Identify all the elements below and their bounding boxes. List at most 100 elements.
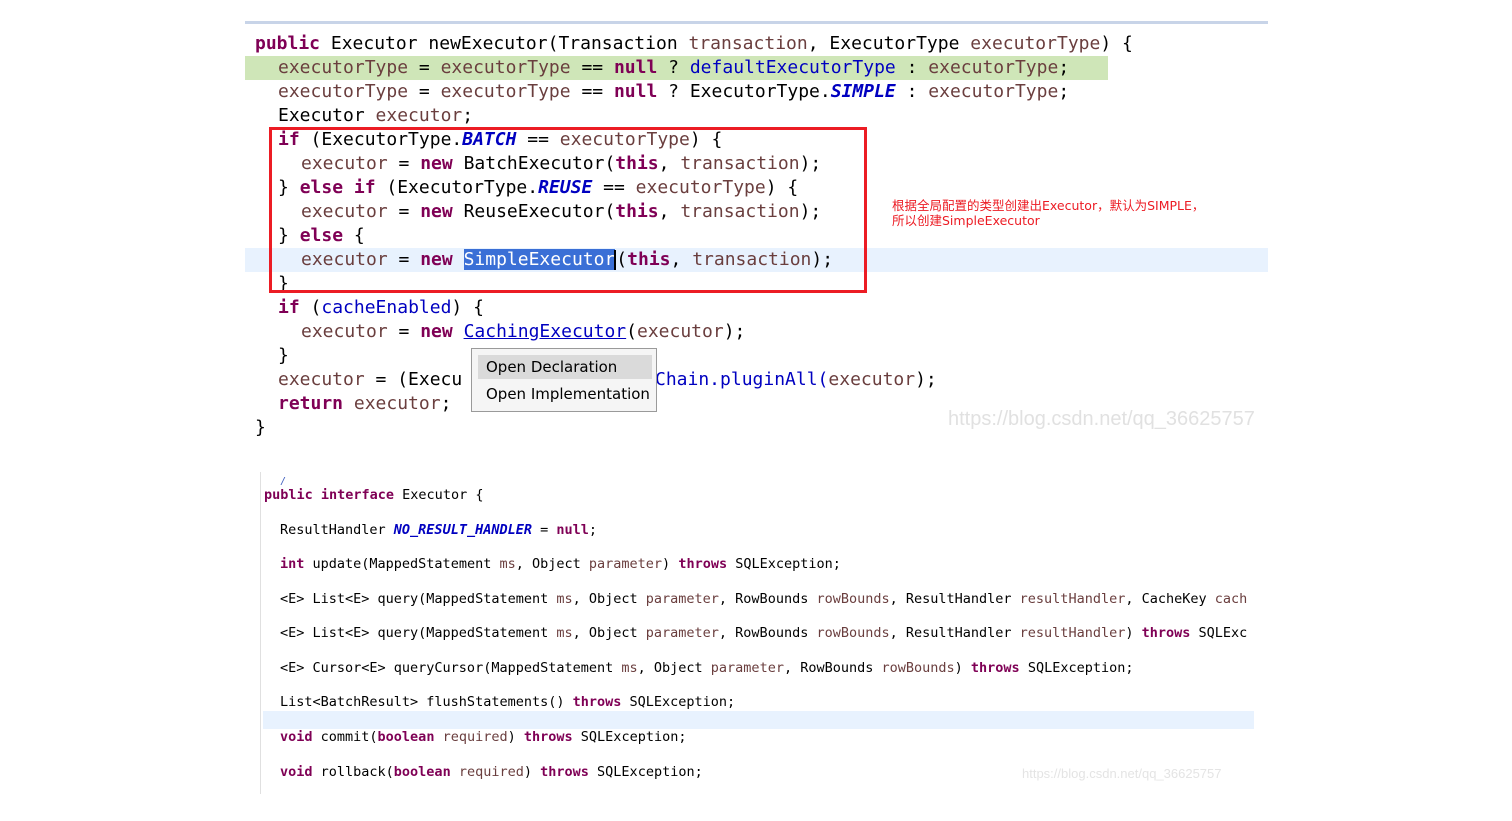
code-text: Executor { (394, 487, 484, 503)
keyword: throws (523, 729, 573, 745)
code-text: ( (299, 297, 322, 318)
code-text: ) (954, 660, 971, 676)
param: executorType (440, 81, 571, 102)
code-text: , RowBounds (783, 660, 882, 676)
code-text: : (895, 57, 929, 78)
keyword: throws (970, 660, 1020, 676)
local-var: executor (301, 321, 388, 342)
param: executorType (278, 57, 409, 78)
code-line[interactable]: void commit(boolean required) throws SQL… (261, 727, 1255, 747)
code-line[interactable]: <E> List<E> query(MappedStatement ms, Ob… (261, 623, 1255, 643)
param: ms (556, 591, 573, 607)
code-line[interactable]: ResultHandler NO_RESULT_HANDLER = null; (261, 520, 1255, 540)
local-var: executor (353, 393, 441, 414)
code-line[interactable]: <E> Cursor<E> queryCursor(MappedStatemen… (261, 658, 1255, 678)
menu-item-open-declaration[interactable]: Open Declaration (478, 355, 652, 379)
code-line[interactable]: } (245, 344, 1268, 368)
context-menu[interactable]: Open Declaration Open Implementation (471, 348, 657, 412)
code-text: ) (1125, 625, 1142, 641)
code-line-highlighted[interactable]: executorType = executorType == null ? de… (245, 56, 1108, 80)
keyword: return (278, 393, 344, 414)
code-line[interactable]: executorType = executorType == null ? Ex… (245, 80, 1268, 104)
code-text: SQLExc (1190, 625, 1248, 641)
code-text: , ResultHandler (889, 625, 1020, 641)
annotation-line: 所以创建SimpleExecutor (892, 213, 1040, 228)
param: executorType (278, 81, 409, 102)
code-text: ) (523, 764, 541, 780)
param: cach (1214, 591, 1248, 607)
watermark: https://blog.csdn.net/qq_36625757 (948, 408, 1255, 430)
code-text: , ResultHandler (889, 591, 1020, 607)
param: parameter (588, 556, 663, 572)
local-var: executor (828, 369, 916, 390)
param: rowBounds (816, 625, 890, 641)
code-text: = (531, 522, 557, 538)
keyword: throws (540, 764, 589, 780)
param: required (442, 729, 508, 745)
param: resultHandler (1019, 625, 1126, 641)
hyperlink-class[interactable]: CachingExecutor (464, 321, 627, 342)
code-text: ; (1058, 81, 1070, 102)
code-line[interactable]: public Executor newExecutor(Transaction … (245, 32, 1268, 56)
field: Chain.pluginAll( (655, 369, 829, 390)
param: ms (556, 625, 573, 641)
param: executorType (928, 57, 1059, 78)
code-line[interactable]: executor = new CachingExecutor(executor)… (245, 320, 1268, 344)
code-text: ); (723, 321, 746, 342)
param: required (458, 764, 524, 780)
code-text: = (408, 57, 441, 78)
keyword: boolean (393, 764, 451, 780)
code-text: ) { (1100, 33, 1133, 54)
code-text: : (895, 81, 929, 102)
keyword: void (280, 729, 313, 745)
code-text: } (255, 417, 266, 438)
code-line[interactable]: executor = (Execu Chain.pluginAll(execut… (245, 368, 1268, 392)
param: transaction (688, 33, 808, 54)
code-line[interactable]: if (cacheEnabled) { (245, 296, 1268, 320)
code-text: <E> List<E> query(MappedStatement (280, 591, 557, 607)
code-text: ; (440, 393, 452, 414)
keyword: int (280, 556, 305, 572)
annotation-line: 根据全局配置的类型创建出Executor，默认为SIMPLE， (892, 198, 1205, 213)
code-editor-bottom[interactable]: / public interface Executor { ResultHand… (260, 472, 1255, 794)
code-line[interactable]: List<BatchResult> flushStatements() thro… (261, 692, 1255, 712)
code-text: Executor newExecutor(Transaction (320, 33, 689, 54)
code-text: == (570, 57, 614, 78)
field: defaultExecutorType (689, 57, 896, 78)
code-text: , Object (572, 625, 646, 641)
menu-item-open-implementation[interactable]: Open Implementation (478, 382, 652, 406)
keyword: void (280, 764, 313, 780)
code-text: == (570, 81, 614, 102)
code-text: = (387, 321, 421, 342)
code-text: SQLException; (588, 764, 703, 780)
param: executorType (440, 57, 571, 78)
param: ms (621, 660, 638, 676)
code-line[interactable]: int update(MappedStatement ms, Object pa… (261, 554, 1255, 574)
code-text: , RowBounds (718, 625, 817, 641)
keyword: if (278, 297, 300, 318)
keyword: throws (678, 556, 728, 572)
annotation-highlight-box (269, 127, 867, 293)
code-text: ( (626, 321, 637, 342)
local-var: executor (278, 369, 365, 390)
code-line[interactable]: public interface Executor { (261, 485, 1255, 505)
code-line[interactable]: Executor executor; (245, 104, 1268, 128)
code-text: ) { (451, 297, 484, 318)
field: cacheEnabled (321, 297, 452, 318)
code-text: , Object (515, 556, 589, 572)
param: executorType (970, 33, 1101, 54)
param: ms (499, 556, 516, 572)
code-text: SQLException; (572, 729, 687, 745)
code-text: update(MappedStatement (304, 556, 500, 572)
keyword: boolean (377, 729, 435, 745)
code-text: , Object (572, 591, 646, 607)
code-text: = (408, 81, 441, 102)
code-text: Executor (278, 105, 376, 126)
param: resultHandler (1019, 591, 1126, 607)
code-text: commit( (312, 729, 378, 745)
code-line[interactable]: <E> List<E> query(MappedStatement ms, Ob… (261, 589, 1255, 609)
param: rowBounds (881, 660, 955, 676)
